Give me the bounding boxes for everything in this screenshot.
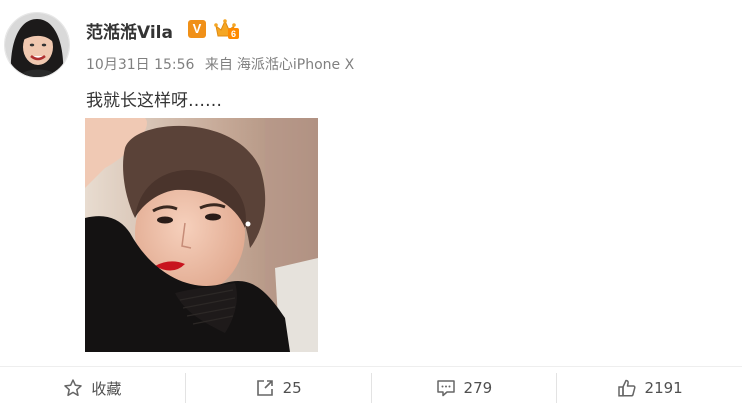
repost-button[interactable]: 25 <box>186 375 371 401</box>
avatar-image <box>5 13 69 77</box>
favorite-button[interactable]: 收藏 <box>0 375 185 401</box>
like-count: 2191 <box>644 379 683 397</box>
source-prefix: 来自 <box>204 57 233 73</box>
repost-count: 25 <box>282 379 302 397</box>
comment-count: 279 <box>463 379 493 397</box>
action-bar: 收藏 25 279 2191 <box>0 366 742 409</box>
comment-icon <box>436 380 455 397</box>
thumbs-up-icon <box>617 379 636 397</box>
author-name[interactable]: 范湉湉Vila <box>86 18 173 43</box>
star-icon <box>64 379 83 397</box>
post-meta: 10月31日 15:56 来自 海派湉心iPhone X <box>86 54 354 74</box>
post-date[interactable]: 10月31日 <box>86 57 150 73</box>
avatar[interactable] <box>4 12 70 78</box>
verified-badge-icon[interactable]: V <box>188 20 206 38</box>
like-button[interactable]: 2191 <box>557 375 742 401</box>
comment-button[interactable]: 279 <box>372 375 557 401</box>
post-source[interactable]: 海派湉心iPhone X <box>237 57 354 73</box>
crown-badge-icon[interactable]: 6 <box>214 18 240 40</box>
crown-level: 6 <box>231 29 236 39</box>
share-icon <box>256 380 273 396</box>
favorite-label: 收藏 <box>91 379 122 398</box>
post-text: 我就长这样呀…… <box>86 91 222 111</box>
post-image[interactable] <box>85 118 318 352</box>
post-time[interactable]: 15:56 <box>154 57 194 73</box>
